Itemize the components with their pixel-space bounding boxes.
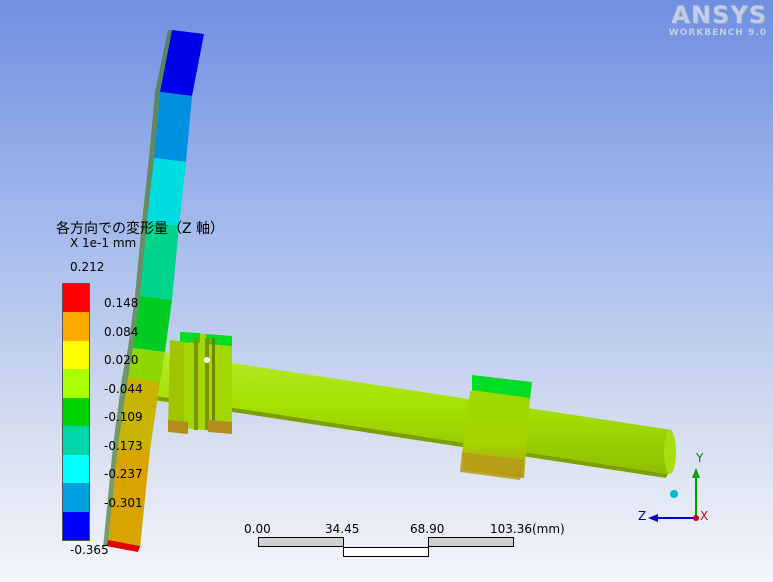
- legend-label: -0.109: [104, 410, 143, 424]
- scale-bar-segment: [258, 537, 344, 547]
- collar-large[interactable]: [460, 375, 532, 480]
- colorbar-band: [63, 511, 89, 540]
- scale-bar: [258, 537, 598, 557]
- legend-label: -0.237: [104, 467, 143, 481]
- legend-label: 0.148: [104, 296, 139, 310]
- ansys-logo: ANSYS WORKBENCH 9.0: [669, 2, 767, 38]
- grooved-hub[interactable]: [168, 332, 232, 434]
- logo-brand: ANSYS: [671, 1, 767, 29]
- legend-title: 各方向での変形量（Z 軸）: [56, 221, 225, 237]
- legend-max-value: 0.212: [70, 260, 105, 274]
- logo-product: WORKBENCH 9.0: [668, 28, 767, 38]
- scale-unit: (mm): [532, 522, 565, 536]
- colorbar-band: [63, 397, 89, 427]
- scale-bar-segment: [428, 537, 514, 547]
- colorbar-band: [63, 284, 89, 313]
- shaft[interactable]: [154, 352, 676, 478]
- legend-min-value: -0.365: [70, 543, 109, 557]
- legend-label: 0.084: [104, 325, 139, 339]
- scale-tick-label: 0.00: [244, 522, 271, 536]
- graphics-viewport[interactable]: ANSYS WORKBENCH 9.0 各方向での変形量（Z 軸） X 1e-1…: [0, 0, 773, 582]
- legend-label: 0.020: [104, 353, 139, 367]
- isometric-view-ball[interactable]: [670, 490, 678, 498]
- legend-label: -0.044: [104, 382, 143, 396]
- scale-tick-label: 103.36: [490, 522, 532, 536]
- y-axis-label: Y: [695, 451, 704, 465]
- colorbar-band: [63, 454, 89, 484]
- scale-bar-segment: [343, 547, 429, 557]
- y-axis-arrowhead: [692, 468, 700, 478]
- x-axis-label: X: [700, 509, 708, 523]
- colorbar-band: [63, 340, 89, 370]
- legend-unit: X 1e-1 mm: [70, 236, 137, 250]
- z-axis-arrowhead: [648, 514, 658, 522]
- scale-tick-label: 34.45: [325, 522, 360, 536]
- scale-tick-label: 68.90: [410, 522, 445, 536]
- colorbar-band: [63, 426, 89, 455]
- legend-colorbar[interactable]: [62, 283, 90, 541]
- legend-label: -0.301: [104, 496, 143, 510]
- colorbar-band: [63, 312, 89, 341]
- x-axis-point: [693, 515, 699, 521]
- z-axis-label: Z: [638, 509, 646, 523]
- colorbar-band: [63, 369, 89, 398]
- colorbar-band: [63, 483, 89, 512]
- legend-label: -0.173: [104, 439, 143, 453]
- coordinate-triad[interactable]: Y Z X: [630, 450, 720, 530]
